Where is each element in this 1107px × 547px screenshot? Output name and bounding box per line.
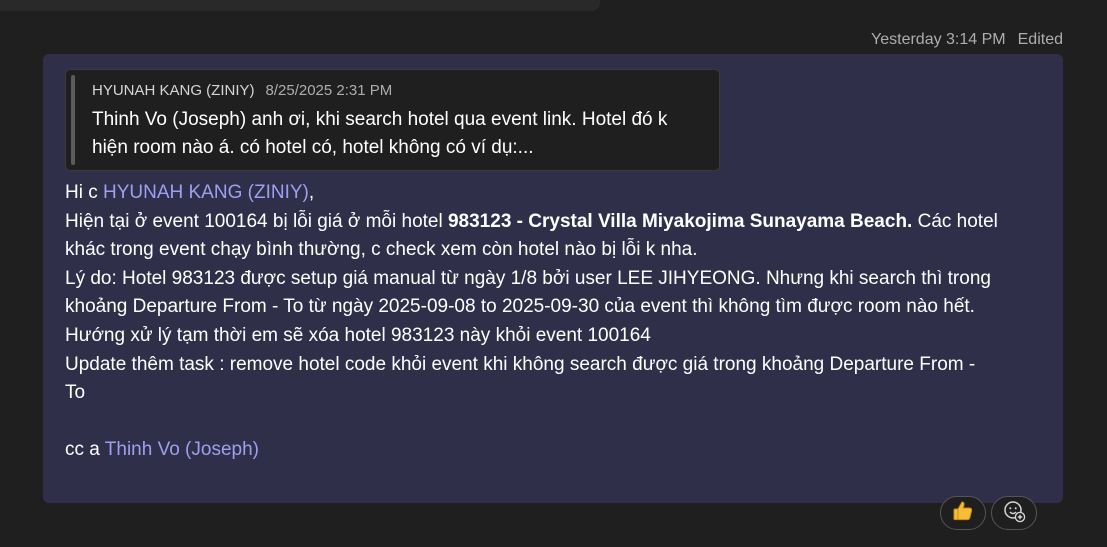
- cc-text: cc a: [65, 439, 105, 461]
- quote-author: HYUNAH KANG (ZINIY): [92, 82, 255, 99]
- add-reaction-button[interactable]: [991, 496, 1037, 530]
- body-line: khoảng Departure From - To từ ngày 2025-…: [65, 296, 975, 318]
- body-text: Các hotel: [912, 210, 998, 232]
- previous-message-edge: [0, 0, 600, 11]
- reaction-bar: [940, 496, 1037, 530]
- greeting-text: Hi c: [65, 182, 103, 203]
- body-line: Lý do: Hotel 983123 được setup giá manua…: [65, 267, 991, 289]
- message-body: Hi c HYUNAH KANG (ZINIY), Hiện tại ở eve…: [65, 179, 1055, 465]
- body-line: Hướng xử lý tạm thời em sẽ xóa hotel 983…: [65, 324, 651, 346]
- like-reaction-button[interactable]: [940, 496, 986, 530]
- mention-thinh[interactable]: Thinh Vo (Joseph): [105, 439, 259, 460]
- body-line: Hiện tại ở event 100164 bị lỗi giá ở mỗi…: [65, 208, 1055, 237]
- hotel-name-bold: 983123 - Crystal Villa Miyakojima Sunaya…: [447, 210, 913, 232]
- quote-time: 8/25/2025 2:31 PM: [265, 82, 393, 99]
- body-text: Hiện tại ở event 100164 bị lỗi giá ở mỗi…: [65, 210, 448, 232]
- thumbs-up-icon: [951, 499, 975, 528]
- quote-text: Thinh Vo (Joseph) anh ơi, khi search hot…: [92, 106, 707, 162]
- add-reaction-icon: [1002, 499, 1026, 528]
- quoted-message[interactable]: HYUNAH KANG (ZINIY) 8/25/2025 2:31 PM Th…: [65, 69, 720, 171]
- message-meta: Yesterday 3:14 PM Edited: [871, 31, 1063, 49]
- body-line: Update thêm task : remove hotel code khỏ…: [65, 353, 976, 375]
- message-timestamp: Yesterday 3:14 PM: [871, 31, 1006, 48]
- message-bubble[interactable]: HYUNAH KANG (ZINIY) 8/25/2025 2:31 PM Th…: [43, 54, 1063, 503]
- mention-hyunah[interactable]: HYUNAH KANG (ZINIY): [103, 182, 309, 203]
- greeting-line: Hi c HYUNAH KANG (ZINIY),: [65, 179, 1055, 208]
- quote-text-line: hiện room nào á. có hotel có, hotel khôn…: [92, 137, 534, 158]
- edited-label: Edited: [1017, 31, 1063, 48]
- quote-bar: [71, 75, 75, 165]
- body-line: To: [65, 382, 86, 404]
- quote-header: HYUNAH KANG (ZINIY) 8/25/2025 2:31 PM: [92, 82, 392, 99]
- cc-line: cc a Thinh Vo (Joseph): [65, 436, 1055, 465]
- quote-text-line: Thinh Vo (Joseph) anh ơi, khi search hot…: [92, 109, 668, 130]
- greeting-suffix: ,: [308, 182, 315, 203]
- body-line: khác trong event chạy bình thường, c che…: [65, 239, 698, 261]
